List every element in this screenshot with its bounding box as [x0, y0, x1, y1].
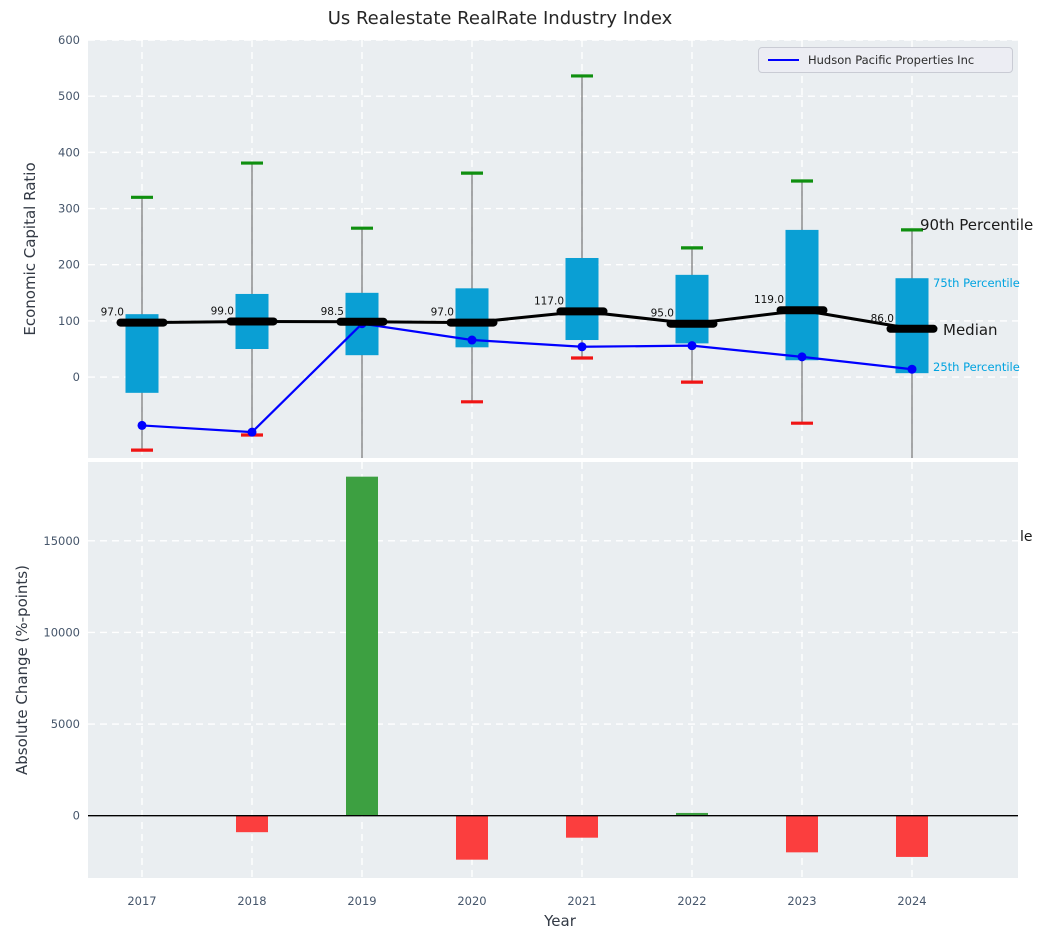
bottom-y-tick-label: 10000: [43, 625, 80, 639]
median-capsule-2024: [887, 325, 938, 333]
median-capsule-2021: [557, 307, 608, 315]
top-plot-background: [88, 40, 1018, 458]
y-axis-label-bottom: Absolute Change (%-points): [13, 565, 31, 775]
x-tick-label: 2020: [457, 894, 486, 908]
legend-line-swatch: [768, 59, 799, 61]
x-tick-label: 2022: [677, 894, 706, 908]
clipped-annotation: le: [1020, 529, 1033, 545]
x-tick-label: 2018: [237, 894, 266, 908]
top-y-tick-label: 100: [58, 314, 80, 328]
median-capsule-2018: [227, 317, 278, 325]
median-value-label: 117.0: [534, 295, 564, 307]
annotation-median: Median: [943, 321, 998, 339]
legend: Hudson Pacific Properties Inc: [758, 47, 1013, 73]
y-axis-label-top: Economic Capital Ratio: [21, 162, 39, 335]
annotation-25th-percentile: 25th Percentile: [933, 360, 1020, 374]
median-value-label: 119.0: [754, 294, 784, 306]
median-capsule-2023: [777, 306, 828, 314]
median-value-label: 98.5: [321, 306, 344, 318]
bar-2018: [236, 816, 268, 832]
median-value-label: 97.0: [101, 307, 124, 319]
x-tick-label: 2019: [347, 894, 376, 908]
hudson-marker-2017: [138, 421, 147, 430]
median-value-label: 97.0: [431, 307, 454, 319]
iqr-box-2023: [786, 230, 819, 360]
median-value-label: 95.0: [651, 308, 674, 320]
median-capsule-2017: [117, 319, 168, 327]
hudson-marker-2022: [688, 341, 697, 350]
bar-2019: [346, 477, 378, 816]
annotation-90th-percentile: 90th Percentile: [920, 216, 1033, 234]
median-value-label: 99.0: [211, 305, 234, 317]
iqr-box-2022: [676, 275, 709, 344]
bar-2021: [566, 816, 598, 838]
top-y-tick-label: 300: [58, 202, 80, 216]
median-value-label: 86.0: [871, 313, 894, 325]
x-tick-label: 2017: [127, 894, 156, 908]
median-capsule-2020: [447, 319, 498, 327]
hudson-marker-2021: [578, 342, 587, 351]
figure: 97.0 99.0 98.5 97.0 117.0 95.0 119.0 86.0 90th P…: [0, 0, 1042, 940]
hudson-marker-2018: [248, 428, 257, 437]
bottom-y-tick-label: 0: [73, 809, 80, 823]
top-y-tick-label: 0: [73, 370, 80, 384]
x-axis-label: Year: [544, 912, 576, 930]
x-tick-label: 2023: [787, 894, 816, 908]
bottom-y-tick-label: 15000: [43, 534, 80, 548]
x-tick-label: 2024: [897, 894, 926, 908]
bar-2023: [786, 816, 818, 853]
top-y-tick-label: 600: [58, 33, 80, 47]
chart-canvas: 97.0 99.0 98.5 97.0 117.0 95.0 119.0 86.0 90th P…: [0, 0, 1042, 940]
iqr-box-2021: [566, 258, 599, 340]
chart-title: Us Realestate RealRate Industry Index: [328, 8, 673, 29]
legend-label: Hudson Pacific Properties Inc: [808, 53, 974, 67]
hudson-marker-2024: [908, 365, 917, 374]
bar-2020: [456, 816, 488, 860]
bar-2024: [896, 816, 928, 857]
hudson-marker-2020: [468, 336, 477, 345]
top-y-tick-label: 400: [58, 145, 80, 159]
median-capsule-2019: [337, 318, 388, 326]
top-y-tick-label: 200: [58, 258, 80, 272]
hudson-marker-2023: [798, 352, 807, 361]
top-y-tick-label: 500: [58, 89, 80, 103]
bottom-y-tick-label: 5000: [51, 717, 80, 731]
x-tick-label: 2021: [567, 894, 596, 908]
median-capsule-2022: [667, 320, 718, 328]
annotation-75th-percentile: 75th Percentile: [933, 276, 1020, 290]
